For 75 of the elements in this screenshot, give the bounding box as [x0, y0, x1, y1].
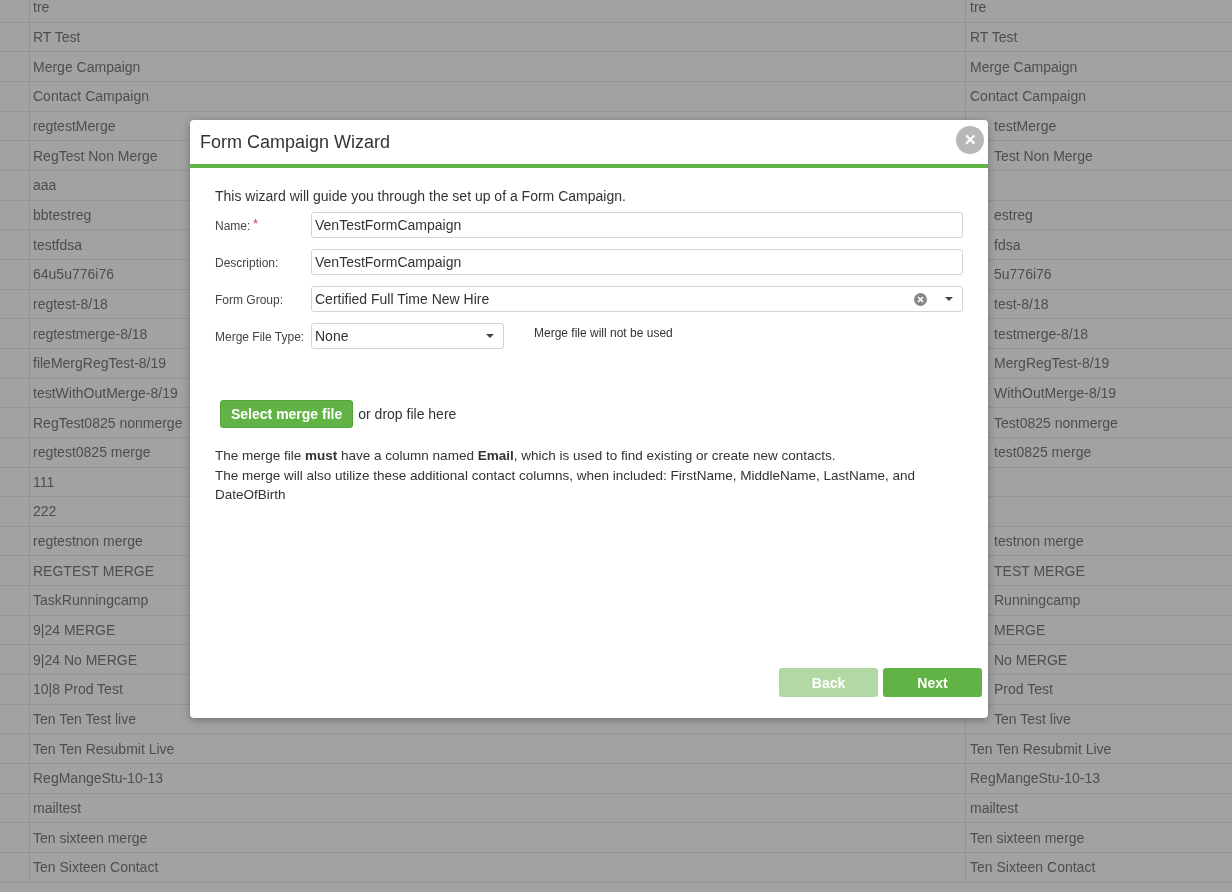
- table-cell: regtest-8/18: [33, 295, 108, 312]
- table-cell: Ten Ten Test live: [33, 711, 136, 728]
- table-cell: mailtest: [33, 800, 82, 817]
- table-cell: bbtestreg: [33, 206, 92, 223]
- table-cell: 9|24 MERGE: [33, 622, 116, 639]
- caret-icon[interactable]: [945, 297, 953, 301]
- table-cell: Ten Test live: [994, 711, 1071, 728]
- table-cell: Ten sixteen merge: [970, 829, 1085, 846]
- table-cell: fileMergRegTest-8/19: [33, 355, 167, 372]
- table-cell: REGTEST MERGE: [33, 562, 155, 579]
- table-cell: tre: [970, 0, 987, 16]
- table-cell: testMerge: [994, 117, 1057, 134]
- field-label: Merge File Type:: [215, 329, 305, 344]
- table-cell: Prod Test: [994, 681, 1053, 698]
- table-cell: Ten Sixteen Contact: [970, 859, 1096, 876]
- intro-text: This wizard will guide you through the set up of a Form Campaign.: [215, 188, 627, 204]
- table-cell: 64u5u776i76: [33, 266, 114, 283]
- merge-note: Merge file will not be used: [534, 325, 673, 340]
- field-label: Form Group:: [215, 292, 283, 307]
- table-cell: testWithOutMerge-8/19: [33, 384, 178, 401]
- table-cell: regtestmerge-8/18: [33, 325, 148, 342]
- dialog-title: Form Campaign Wizard: [200, 131, 391, 153]
- help-text: The merge file must have a column named Email, which is used to find existing or create new contacts.: [215, 447, 837, 465]
- table-cell: 10|8 Prod Test: [33, 681, 123, 698]
- combo-field[interactable]: Certified Full Time New Hire: [311, 286, 963, 312]
- table-cell: Test Non Merge: [994, 147, 1093, 164]
- caret-icon[interactable]: [486, 334, 494, 338]
- table-cell: RegTest0825 nonmerge: [33, 414, 183, 431]
- table-cell: mailtest: [970, 800, 1019, 817]
- table-cell: TaskRunningcamp: [33, 592, 149, 609]
- help-text: The merge will also utilize these additional contact columns, when included: FirstName, MiddleName, LastName, and DateOfBirth: [215, 467, 917, 504]
- table-cell: RT Test: [33, 29, 81, 45]
- table-cell: Merge Campaign: [33, 58, 141, 75]
- select-field[interactable]: None: [311, 323, 504, 349]
- clear-icon[interactable]: [914, 292, 927, 306]
- table-cell: 9|24 No MERGE: [33, 651, 137, 668]
- table-cell: Contact Campaign: [970, 88, 1086, 105]
- table-cell: RT Test: [970, 29, 1018, 45]
- table-cell: regtestMerge: [33, 117, 116, 134]
- table-cell: regtestnon merge: [33, 533, 143, 550]
- table-cell: Test0825 nonmerge: [994, 414, 1118, 431]
- input-field[interactable]: VenTestFormCampaign: [311, 249, 963, 275]
- table-cell: Ten Ten Resubmit Live: [970, 740, 1112, 757]
- table-cell: fdsa: [994, 236, 1021, 253]
- table-cell: testfdsa: [33, 236, 83, 253]
- table-cell: RegMangeStu-10-13: [33, 770, 163, 787]
- table-cell: MERGE: [994, 622, 1046, 639]
- table-cell: TEST MERGE: [994, 562, 1085, 579]
- table-cell: estreg: [994, 206, 1033, 223]
- required-mark: *: [252, 216, 258, 231]
- table-cell: testnon merge: [994, 533, 1084, 550]
- table-cell: testmerge-8/18: [994, 325, 1089, 342]
- table-cell: Merge Campaign: [970, 58, 1078, 75]
- table-cell: 222: [33, 503, 57, 520]
- table-cell: Ten Ten Resubmit Live: [33, 740, 175, 757]
- table-cell: RegMangeStu-10-13: [970, 770, 1100, 787]
- table-cell: No MERGE: [994, 651, 1068, 668]
- table-cell: 5u776i76: [994, 266, 1052, 283]
- table-cell: test-8/18: [994, 295, 1049, 312]
- table-cell: tre: [33, 0, 50, 16]
- field-label: Name:: [215, 218, 251, 233]
- table-cell: regtest0825 merge: [33, 444, 151, 461]
- table-cell: 111: [33, 473, 55, 490]
- table-cell: Ten Sixteen Contact: [33, 859, 159, 876]
- table-cell: WithOutMerge-8/19: [994, 384, 1117, 401]
- input-field[interactable]: VenTestFormCampaign: [311, 212, 963, 238]
- table-cell: RegTest Non Merge: [33, 147, 158, 164]
- table-cell: test0825 merge: [994, 444, 1092, 461]
- table-cell: MergRegTest-8/19: [994, 355, 1110, 372]
- table-cell: Contact Campaign: [33, 88, 149, 105]
- drop-hint: or drop file here: [358, 406, 457, 422]
- table-cell: Ten sixteen merge: [33, 829, 148, 846]
- field-label: Description:: [215, 255, 279, 270]
- table-cell: aaa: [33, 177, 57, 194]
- table-cell: Runningcamp: [994, 592, 1081, 609]
